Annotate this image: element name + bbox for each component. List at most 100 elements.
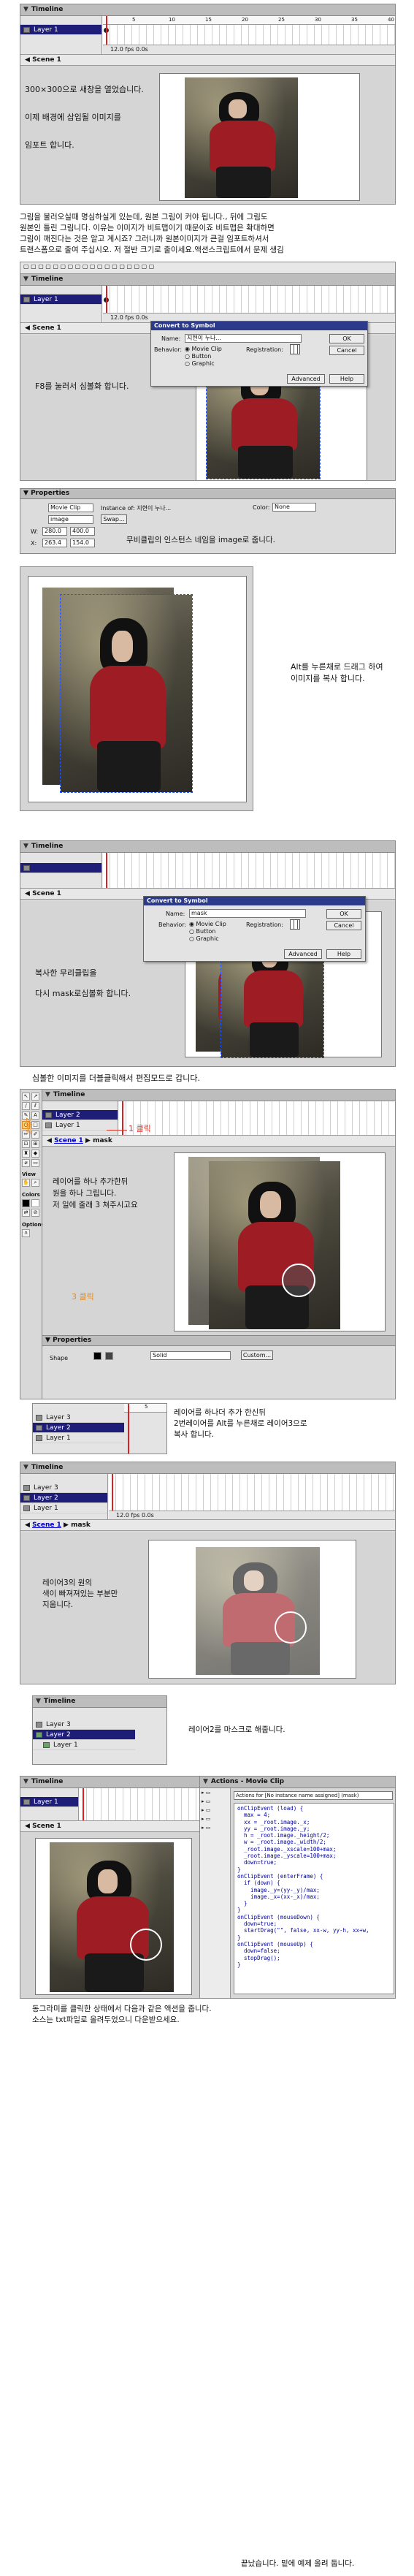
collapse-triangle-icon[interactable]: ▼ xyxy=(23,1464,28,1471)
imported-photo[interactable] xyxy=(185,77,298,198)
width-field[interactable]: 280.0 xyxy=(42,527,67,536)
ok-button[interactable]: OK xyxy=(329,334,364,343)
y-field[interactable]: 154.0 xyxy=(70,539,95,547)
advanced-button[interactable]: Advanced xyxy=(284,949,322,959)
back-arrow-icon[interactable]: ◀ xyxy=(25,324,32,332)
collapse-triangle-icon[interactable]: ▼ xyxy=(36,1698,41,1705)
toolbar-icons[interactable]: ▢ ▢ ▢ ▢ ▢ ▢ ▢ ▢ ▢ ▢ ▢ ▢ ▢ ▢ ▢ ▢ ▢ ▢ xyxy=(23,263,154,270)
timeline-header[interactable]: ▼ Timeline xyxy=(20,1462,395,1474)
actionscript-editor[interactable]: onClipEvent (load) { max = 4; xx = _root… xyxy=(234,1803,394,1994)
back-arrow-icon[interactable]: ◀ xyxy=(25,56,32,64)
collapse-triangle-icon[interactable]: ▼ xyxy=(23,276,28,283)
collapse-triangle-icon[interactable]: ▼ xyxy=(203,1778,208,1785)
frame-ruler[interactable]: 5 xyxy=(124,1404,166,1413)
swap-colors-icon[interactable]: ⇄ xyxy=(22,1209,30,1217)
back-arrow-icon[interactable]: ◀ xyxy=(47,1137,54,1144)
snap-option-icon[interactable]: ∩ xyxy=(22,1229,30,1237)
scene-label[interactable]: Scene 1 xyxy=(32,1823,61,1830)
layer-row-2[interactable]: Layer 2 xyxy=(42,1110,118,1120)
mask-photo[interactable] xyxy=(209,1161,340,1329)
layer-row-2[interactable]: Layer 2 xyxy=(33,1423,124,1433)
lasso-tool-icon[interactable]: ℓ xyxy=(31,1102,39,1110)
actions-header[interactable]: ▼ Actions - Movie Clip xyxy=(200,1777,395,1788)
back-arrow-icon[interactable]: ◀ xyxy=(25,1521,32,1529)
fill-color-swatch[interactable] xyxy=(31,1199,39,1207)
eraser-tool-icon[interactable]: ▭ xyxy=(31,1159,39,1167)
properties-header[interactable]: ▼ Properties xyxy=(42,1336,395,1346)
timeline-header[interactable]: ▼ Timeline xyxy=(20,274,395,286)
custom-button[interactable]: Custom... xyxy=(241,1350,273,1360)
paint-bucket-tool-icon[interactable]: ◆ xyxy=(31,1150,39,1158)
layer-row-1[interactable]: Layer 1 xyxy=(20,1503,107,1513)
stroke-color-swatch[interactable] xyxy=(22,1199,30,1207)
stroke-color-swatch[interactable] xyxy=(93,1352,101,1360)
collapse-triangle-icon[interactable]: ▼ xyxy=(23,6,28,13)
back-arrow-icon[interactable]: ◀ xyxy=(25,1823,32,1830)
x-field[interactable]: 263.4 xyxy=(42,539,67,547)
transform-tool-icon[interactable]: ⊡ xyxy=(22,1140,30,1148)
behavior-movie-clip-radio[interactable]: ◉ Movie Clip xyxy=(185,346,222,352)
circle-outline[interactable] xyxy=(275,1611,307,1644)
ink-bottle-tool-icon[interactable]: ♜ xyxy=(22,1150,30,1158)
collapse-triangle-icon[interactable]: ▼ xyxy=(45,1091,50,1098)
layer-row[interactable] xyxy=(20,863,101,873)
symbol-name-field[interactable]: mask xyxy=(189,909,306,918)
circle-movie-clip[interactable] xyxy=(130,1929,162,1961)
layer-row-1[interactable]: Layer 1 xyxy=(33,1433,124,1443)
properties-header[interactable]: ▼ Properties xyxy=(20,489,395,499)
eyedropper-tool-icon[interactable]: ⌀ xyxy=(22,1159,30,1167)
layer-row-3[interactable]: Layer 3 xyxy=(20,1483,107,1493)
symbol-name-field[interactable]: 지현이 누나... xyxy=(185,334,302,343)
behavior-graphic-radio[interactable]: ○ Graphic xyxy=(185,360,215,367)
actions-toolbox[interactable]: ▸ ▭ ▸ ▭ ▸ ▭ ▸ ▭ ▸ ▭ xyxy=(200,1788,231,1998)
advanced-button[interactable]: Advanced xyxy=(287,374,325,384)
scene-label[interactable]: Scene 1 xyxy=(32,890,61,897)
layer-row-1-masked[interactable]: Layer 1 xyxy=(33,1740,135,1750)
timeline-header[interactable]: ▼ Timeline xyxy=(20,841,395,853)
instance-name-field[interactable]: image xyxy=(48,515,93,524)
actions-target-select[interactable]: Actions for [No instance name assigned] … xyxy=(234,1791,393,1800)
layer-row-2-mask[interactable]: Layer 2 xyxy=(33,1730,135,1740)
timeline-header[interactable]: ▼ Timeline xyxy=(20,4,395,16)
fill-color-swatch[interactable] xyxy=(105,1352,113,1360)
color-select[interactable]: None xyxy=(272,503,316,512)
timeline-header[interactable]: ▼ Timeline xyxy=(20,1777,199,1788)
behavior-button-radio[interactable]: ○ Button xyxy=(185,353,211,360)
playhead[interactable] xyxy=(106,853,107,888)
ok-button[interactable]: OK xyxy=(326,909,361,919)
cancel-button[interactable]: Cancel xyxy=(329,346,364,355)
mask-photo[interactable] xyxy=(196,1547,320,1675)
scene-label[interactable]: Scene 1 xyxy=(32,324,61,332)
collapse-triangle-icon[interactable]: ▼ xyxy=(23,843,28,850)
line-tool-icon[interactable]: / xyxy=(22,1102,30,1110)
behavior-button-radio[interactable]: ○ Button xyxy=(189,928,215,935)
registration-grid-icon[interactable] xyxy=(290,919,300,930)
symbol-label[interactable]: mask xyxy=(93,1137,112,1144)
behavior-graphic-radio[interactable]: ○ Graphic xyxy=(189,935,219,942)
arrow-tool-icon[interactable]: ↖ xyxy=(22,1093,30,1101)
hand-tool-icon[interactable]: ✋ xyxy=(22,1179,30,1187)
height-field[interactable]: 400.0 xyxy=(70,527,95,536)
help-button[interactable]: Help xyxy=(329,374,364,384)
layer-row[interactable]: Layer 1 xyxy=(20,25,101,35)
cancel-button[interactable]: Cancel xyxy=(326,921,361,930)
layer-row-3[interactable]: Layer 3 xyxy=(33,1413,124,1423)
playhead[interactable] xyxy=(128,1404,129,1454)
layer-row-3[interactable]: Layer 3 xyxy=(33,1720,135,1730)
stroke-style-select[interactable]: Solid xyxy=(150,1351,231,1360)
help-button[interactable]: Help xyxy=(326,949,361,959)
no-color-icon[interactable]: ⊘ xyxy=(31,1209,39,1217)
swap-button[interactable]: Swap... xyxy=(101,514,127,524)
scene-label[interactable]: Scene 1 xyxy=(32,1521,61,1529)
symbol-type-select[interactable]: Movie Clip xyxy=(48,504,93,512)
subselect-tool-icon[interactable]: ↗ xyxy=(31,1093,39,1101)
scene-label[interactable]: Scene 1 xyxy=(32,56,61,64)
back-arrow-icon[interactable]: ◀ xyxy=(25,890,32,897)
drawn-circle[interactable] xyxy=(282,1264,315,1297)
playhead[interactable] xyxy=(83,1788,84,1820)
layer-row[interactable]: Layer 1 xyxy=(20,295,101,305)
copied-photo[interactable] xyxy=(60,594,193,793)
layer-row-2[interactable]: Layer 2 xyxy=(20,1493,107,1503)
scene-label[interactable]: Scene 1 xyxy=(54,1137,83,1144)
symbol-label[interactable]: mask xyxy=(71,1521,91,1529)
